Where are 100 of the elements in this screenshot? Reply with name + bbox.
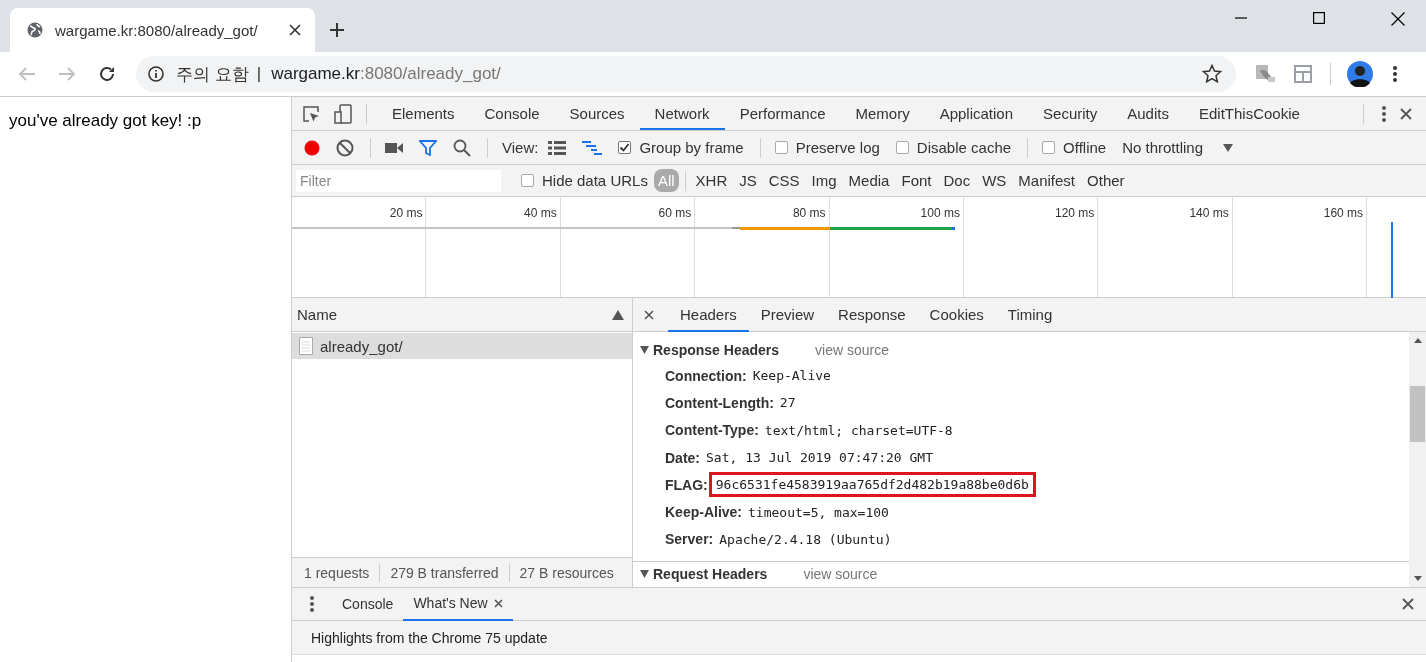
tick-label: 100 ms <box>920 206 960 220</box>
record-icon[interactable] <box>304 139 320 156</box>
type-filter[interactable]: XHR <box>691 169 732 192</box>
scrollbar-thumb[interactable] <box>1410 386 1425 442</box>
view-label: View: <box>502 139 539 156</box>
devtools-tab[interactable]: Audits <box>1112 97 1184 130</box>
url-path: :8080/already_got/ <box>359 64 501 84</box>
maximize-icon[interactable] <box>1313 12 1325 24</box>
scroll-down-icon[interactable] <box>1413 576 1422 581</box>
plus-icon[interactable] <box>329 22 345 38</box>
camera-icon[interactable] <box>385 141 403 154</box>
avatar-icon[interactable] <box>1347 61 1373 87</box>
security-label[interactable]: 주의 요함 <box>176 62 249 86</box>
section-title[interactable]: Response Headers <box>653 342 780 358</box>
more-icon[interactable] <box>1382 105 1386 122</box>
close-icon[interactable] <box>1391 12 1405 26</box>
device-icon[interactable] <box>334 103 352 124</box>
waterfall-icon[interactable] <box>582 140 603 155</box>
drawer-tab[interactable]: Console <box>332 587 404 621</box>
checkbox-label[interactable]: Preserve log <box>795 139 880 156</box>
devtools-tab[interactable]: Sources <box>554 97 640 130</box>
tick-label: 120 ms <box>1055 206 1095 220</box>
header-value: 27 <box>779 395 796 411</box>
reload-icon[interactable] <box>98 65 116 83</box>
search-icon[interactable] <box>453 138 471 157</box>
devtools-tab[interactable]: EditThisCookie <box>1183 97 1315 130</box>
devtools-tab[interactable]: Performance <box>724 97 841 130</box>
checkbox[interactable] <box>618 141 632 154</box>
close-icon[interactable] <box>644 309 654 320</box>
address-bar[interactable]: 주의 요함 | wargame.kr:8080/already_got/ <box>136 56 1236 92</box>
column-header[interactable]: Name <box>297 306 337 323</box>
header-name: Connection: <box>665 367 747 384</box>
detail-tab[interactable]: Timing <box>995 297 1065 332</box>
caret-icon[interactable] <box>1223 143 1234 152</box>
expand-triangle-icon[interactable] <box>640 570 649 579</box>
type-filter[interactable]: Manifest <box>1014 169 1080 192</box>
checkbox-label[interactable]: Offline <box>1063 139 1107 156</box>
scroll-up-icon[interactable] <box>1413 338 1422 343</box>
globe-icon <box>27 22 43 38</box>
close-icon[interactable] <box>1400 107 1412 120</box>
list-view-icon[interactable] <box>548 140 567 155</box>
devtools-tab[interactable]: Application <box>924 97 1029 130</box>
checkbox-label[interactable]: Hide data URLs <box>542 172 648 189</box>
view-source-link[interactable]: view source <box>815 342 889 358</box>
detail-tab[interactable]: Preview <box>748 297 827 332</box>
header-name: Content-Length: <box>665 394 774 411</box>
scrollbar[interactable] <box>1409 332 1426 587</box>
detail-tab[interactable]: Headers <box>668 297 749 332</box>
extension-icon[interactable] <box>1254 63 1276 85</box>
close-icon[interactable] <box>289 24 301 36</box>
checkbox[interactable] <box>521 174 534 187</box>
tab-title: wargame.kr:8080/already_got/ <box>55 21 259 39</box>
close-icon[interactable] <box>493 598 503 608</box>
filter-field[interactable]: Filter <box>296 169 501 192</box>
summary-text: 27 B resources <box>519 564 614 581</box>
type-filter[interactable]: Font <box>897 169 936 192</box>
type-filter[interactable]: Other <box>1083 169 1129 192</box>
checkbox[interactable] <box>895 141 909 154</box>
devtools-tab[interactable]: Security <box>1028 97 1113 130</box>
layout-icon[interactable] <box>1294 65 1312 83</box>
tick-label: 80 ms <box>792 206 826 220</box>
request-row[interactable]: already_got/ <box>292 333 632 359</box>
star-icon[interactable] <box>1202 64 1222 84</box>
checkbox-label[interactable]: Group by frame <box>639 139 744 156</box>
header-name: Keep-Alive: <box>665 504 743 521</box>
close-icon[interactable] <box>1402 598 1414 610</box>
throttling-dropdown[interactable]: No throttling <box>1122 139 1234 156</box>
filter-icon[interactable] <box>419 139 437 156</box>
type-filter[interactable]: Media <box>844 169 894 192</box>
checkbox[interactable] <box>774 141 788 154</box>
info-icon[interactable] <box>148 66 164 82</box>
header-value: Sat, 13 Jul 2019 07:47:20 GMT <box>706 450 933 466</box>
checkbox[interactable] <box>1042 141 1056 154</box>
type-filter[interactable]: CSS <box>764 169 804 192</box>
tick-label: 140 ms <box>1189 206 1229 220</box>
type-filter[interactable]: JS <box>735 169 761 192</box>
type-filter[interactable]: WS <box>978 169 1011 192</box>
type-filter[interactable]: Doc <box>939 169 975 192</box>
more-icon[interactable] <box>310 596 314 612</box>
header-value: Apache/2.4.18 (Ubuntu) <box>719 531 892 547</box>
devtools-tab[interactable]: Console <box>469 97 555 130</box>
summary-text: 1 requests <box>304 564 370 581</box>
devtools-tab[interactable]: Elements <box>377 97 470 130</box>
header-name: FLAG: <box>665 476 708 493</box>
inspect-icon[interactable] <box>302 104 320 123</box>
devtools-tab[interactable]: Memory <box>840 97 925 130</box>
sort-arrow-icon[interactable] <box>612 309 624 320</box>
section-title[interactable]: Request Headers <box>653 566 768 583</box>
header-name: Server: <box>665 531 714 548</box>
checkbox-label[interactable]: Disable cache <box>916 139 1012 156</box>
type-filter[interactable]: Img <box>807 169 841 192</box>
detail-tab[interactable]: Response <box>826 297 918 332</box>
more-icon[interactable] <box>1393 66 1397 82</box>
view-source-link[interactable]: view source <box>803 566 878 583</box>
header-value: timeout=5, max=100 <box>748 504 889 520</box>
clear-icon[interactable] <box>336 138 354 157</box>
browser-tab[interactable]: wargame.kr:8080/already_got/ <box>10 8 315 52</box>
detail-tab[interactable]: Cookies <box>917 297 996 332</box>
header-value: text/html; charset=UTF-8 <box>764 422 953 438</box>
expand-triangle-icon[interactable] <box>640 346 649 354</box>
